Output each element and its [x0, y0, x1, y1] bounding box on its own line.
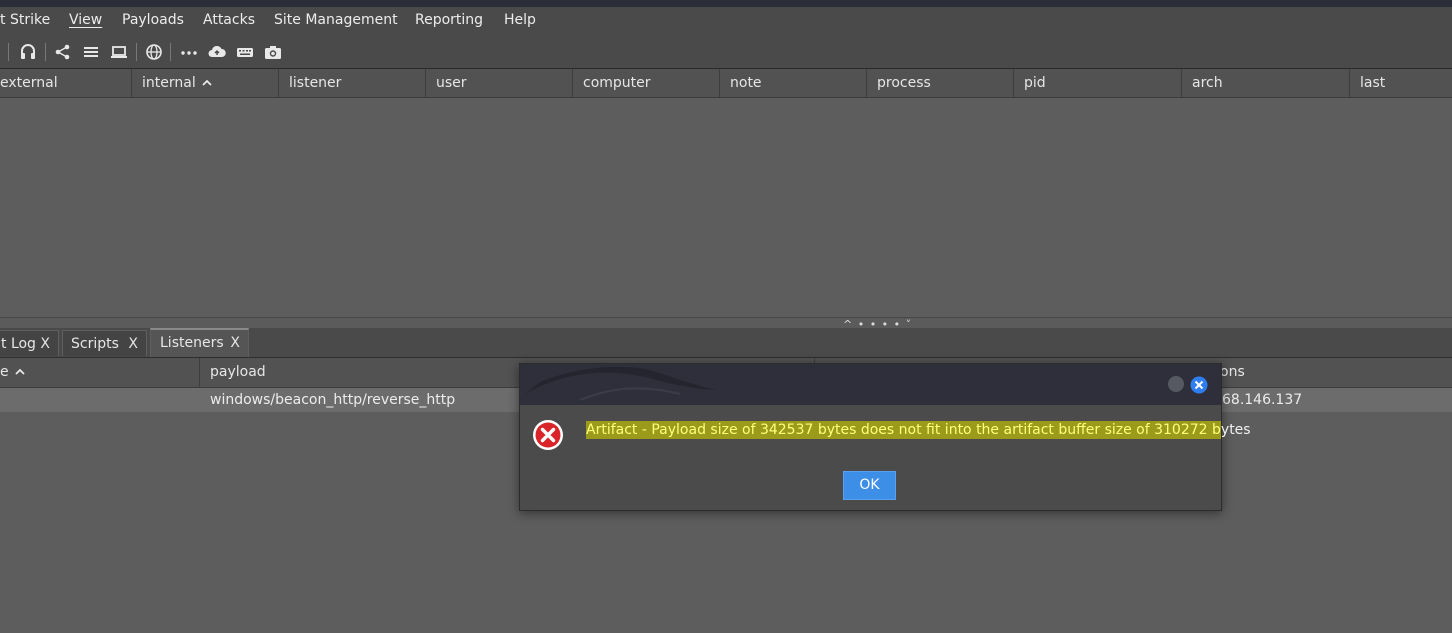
column-note[interactable]: note	[720, 69, 867, 97]
column-user[interactable]: user	[426, 69, 573, 97]
column-label: payload	[210, 364, 266, 380]
sort-ascending-icon	[202, 79, 212, 86]
error-icon	[533, 420, 563, 450]
hosts-cell: 68.146.137	[1222, 392, 1303, 408]
column-label: pid	[1024, 75, 1046, 91]
column-label: listener	[289, 75, 342, 91]
menu-help[interactable]: Help	[504, 12, 536, 28]
list-icon[interactable]	[82, 43, 100, 61]
tab-label: Listeners	[160, 335, 224, 351]
sort-ascending-icon	[14, 368, 25, 375]
globe-icon[interactable]	[145, 43, 163, 61]
menu-payloads[interactable]: Payloads	[122, 12, 184, 28]
window-top-strip	[0, 0, 1452, 7]
column-listener[interactable]: listener	[279, 69, 426, 97]
column-label: internal	[142, 75, 196, 91]
laptop-icon[interactable]	[110, 43, 128, 61]
toolbar	[0, 35, 1452, 68]
message-tail: ytes	[1220, 422, 1251, 438]
column-bindto[interactable]: ons	[1210, 358, 1452, 387]
column-last[interactable]: last	[1350, 69, 1452, 97]
tab-close-button[interactable]: X	[230, 330, 240, 357]
sessions-table-header: external internal listener user computer…	[0, 69, 1452, 98]
column-process[interactable]: process	[867, 69, 1014, 97]
column-external[interactable]: external	[0, 69, 132, 97]
tab-close-button[interactable]: X	[40, 331, 50, 357]
toolbar-separator	[45, 43, 46, 61]
highlighted-text: Artifact - Payload size of 342537 bytes …	[586, 421, 1221, 439]
headset-icon[interactable]	[19, 43, 37, 61]
keyboard-icon[interactable]	[236, 43, 254, 61]
column-label: e	[0, 364, 9, 380]
column-name[interactable]: e	[0, 358, 200, 387]
column-label: computer	[583, 75, 651, 91]
toolbar-separator	[8, 43, 9, 61]
tab-event-log[interactable]: t Log X	[0, 330, 59, 356]
column-label: process	[877, 75, 931, 91]
dialog-titlebar[interactable]	[520, 364, 1221, 405]
dragon-watermark-icon	[525, 366, 716, 401]
bottom-tab-bar: t Log X Scripts X Listeners X	[0, 328, 1452, 357]
tab-label: Scripts	[71, 336, 119, 352]
payload-cell: windows/beacon_http/reverse_http	[210, 392, 456, 408]
tab-listeners[interactable]: Listeners X	[150, 328, 249, 357]
column-label: arch	[1192, 75, 1223, 91]
column-computer[interactable]: computer	[573, 69, 720, 97]
menu-attacks[interactable]: Attacks	[203, 12, 255, 28]
column-label: last	[1360, 75, 1386, 91]
menu-cobalt-strike[interactable]: t Strike	[0, 12, 50, 28]
column-label: external	[0, 75, 58, 91]
menubar: t Strike View Payloads Attacks Site Mana…	[0, 7, 1452, 35]
error-dialog: Artifact - Payload size of 342537 bytes …	[519, 363, 1251, 511]
column-pid[interactable]: pid	[1014, 69, 1182, 97]
menu-reporting[interactable]: Reporting	[415, 12, 483, 28]
more-icon[interactable]	[180, 43, 198, 61]
ok-button[interactable]: OK	[843, 471, 896, 500]
column-label: note	[730, 75, 762, 91]
column-label: ons	[1220, 364, 1245, 380]
share-icon[interactable]	[54, 43, 72, 61]
column-label: user	[436, 75, 467, 91]
menu-site-management[interactable]: Site Management	[274, 12, 398, 28]
toolbar-separator	[136, 43, 137, 61]
menu-view[interactable]: View	[69, 12, 102, 28]
cloud-upload-icon[interactable]	[208, 43, 226, 61]
camera-icon[interactable]	[264, 43, 282, 61]
error-message: Artifact - Payload size of 342537 bytes …	[586, 421, 1251, 439]
close-button[interactable]	[1190, 376, 1208, 394]
minimize-button[interactable]	[1168, 376, 1184, 392]
tab-label: t Log	[1, 336, 36, 352]
column-arch[interactable]: arch	[1182, 69, 1350, 97]
tab-scripts[interactable]: Scripts X	[62, 330, 147, 356]
column-internal[interactable]: internal	[132, 69, 279, 97]
tab-close-button[interactable]: X	[128, 331, 138, 357]
sessions-table-body	[0, 98, 1452, 317]
toolbar-separator	[170, 43, 171, 61]
